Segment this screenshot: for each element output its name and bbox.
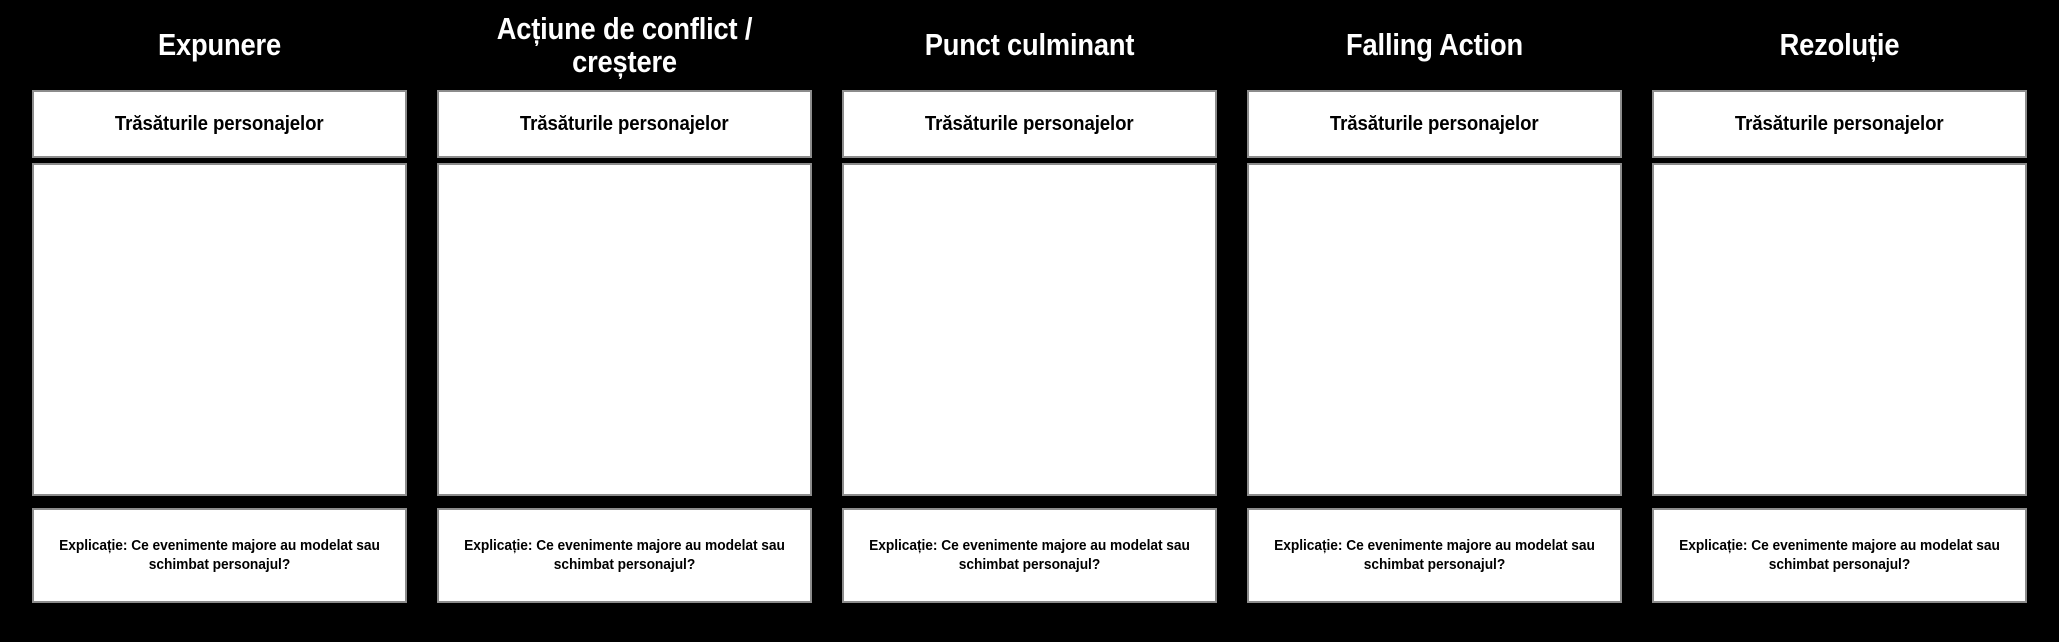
column-heading: Rezoluție [1779, 27, 1900, 63]
character-traits-label: Trăsăturile personajelor [520, 112, 729, 135]
scene-canvas-cell[interactable] [1652, 163, 2027, 496]
character-traits-cell[interactable]: Trăsăturile personajelor [437, 90, 812, 158]
explanation-cell[interactable]: Explicație: Ce evenimente majore au mode… [1652, 508, 2027, 603]
scene-canvas-cell[interactable] [32, 163, 407, 496]
explanation-label: Explicație: Ce evenimente majore au mode… [1274, 537, 1595, 573]
explanation-label: Explicație: Ce evenimente majore au mode… [59, 537, 380, 573]
explanation-cell[interactable]: Explicație: Ce evenimente majore au mode… [1247, 508, 1622, 603]
character-traits-label: Trăsăturile personajelor [1330, 112, 1539, 135]
storyboard-column-resolution: Rezoluție Trăsăturile personajelor Expli… [1652, 0, 2027, 642]
explanation-label: Explicație: Ce evenimente majore au mode… [1679, 537, 2000, 573]
character-traits-cell[interactable]: Trăsăturile personajelor [32, 90, 407, 158]
column-heading: Punct culminant [924, 27, 1135, 63]
character-traits-cell[interactable]: Trăsăturile personajelor [842, 90, 1217, 158]
storyboard-column-exposition: Expunere Trăsăturile personajelor Explic… [32, 0, 407, 642]
storyboard-column-conflict: Acțiune de conflict / creștere Trăsături… [437, 0, 812, 642]
column-heading: Expunere [158, 27, 281, 63]
explanation-cell[interactable]: Explicație: Ce evenimente majore au mode… [32, 508, 407, 603]
scene-canvas-cell[interactable] [437, 163, 812, 496]
scene-canvas-cell[interactable] [1247, 163, 1622, 496]
character-traits-label: Trăsăturile personajelor [1735, 112, 1944, 135]
storyboard-grid: Expunere Trăsăturile personajelor Explic… [0, 0, 2059, 642]
scene-canvas-cell[interactable] [842, 163, 1217, 496]
character-traits-label: Trăsăturile personajelor [115, 112, 324, 135]
storyboard-column-climax: Punct culminant Trăsăturile personajelor… [842, 0, 1217, 642]
character-traits-cell[interactable]: Trăsăturile personajelor [1247, 90, 1622, 158]
explanation-cell[interactable]: Explicație: Ce evenimente majore au mode… [842, 508, 1217, 603]
storyboard-column-falling-action: Falling Action Trăsăturile personajelor … [1247, 0, 1622, 642]
character-traits-label: Trăsăturile personajelor [925, 112, 1134, 135]
column-heading: Acțiune de conflict / creștere [496, 10, 753, 79]
character-traits-cell[interactable]: Trăsăturile personajelor [1652, 90, 2027, 158]
explanation-label: Explicație: Ce evenimente majore au mode… [464, 537, 785, 573]
explanation-cell[interactable]: Explicație: Ce evenimente majore au mode… [437, 508, 812, 603]
explanation-label: Explicație: Ce evenimente majore au mode… [869, 537, 1190, 573]
column-heading: Falling Action [1346, 27, 1523, 63]
